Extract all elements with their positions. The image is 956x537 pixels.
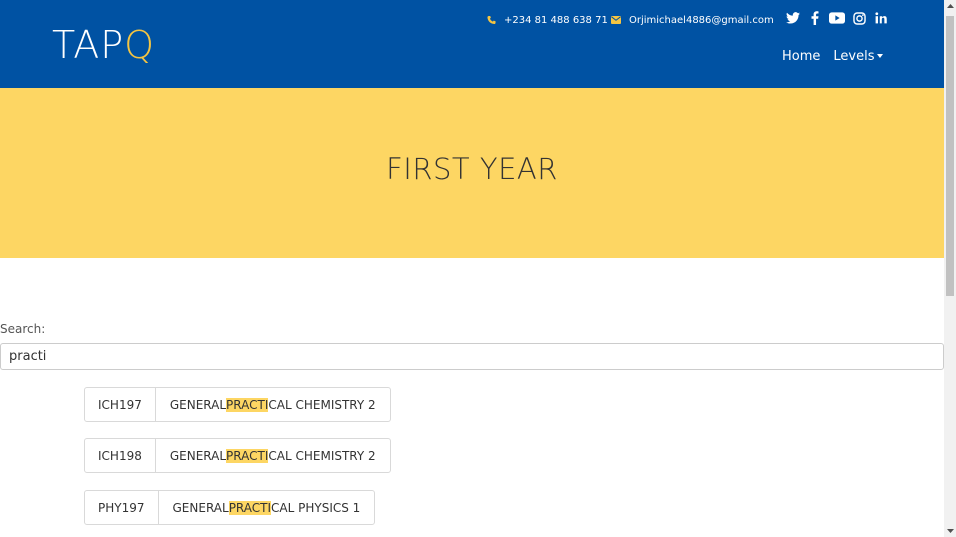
course-result-item[interactable]: PHY197 GENERAL PRACTI CAL PHYSICS 1 [84, 490, 376, 525]
main-nav: Home Levels [782, 48, 884, 66]
phone-number[interactable]: +234 81 488 638 71 [504, 15, 608, 26]
search-label: Search: [0, 322, 46, 336]
search-match-highlight: PRACTI [226, 397, 269, 412]
email-address[interactable]: Orjimichael4886@gmail.com [629, 15, 774, 26]
course-result-item[interactable]: ICH198 GENERAL PRACTI CAL CHEMISTRY 2 [84, 438, 391, 473]
title-prefix: GENERAL [169, 397, 227, 412]
top-header: TAPQ +234 81 488 638 71 Orjimichael4886@… [0, 0, 944, 88]
envelope-icon [611, 16, 621, 24]
social-links [784, 10, 894, 26]
contact-email: Orjimichael4886@gmail.com [611, 12, 774, 28]
title-prefix: GENERAL [172, 500, 229, 515]
logo[interactable]: TAPQ [52, 24, 155, 66]
caret-down-icon [877, 53, 884, 58]
course-result-item[interactable]: ICH197 GENERAL PRACTI CAL CHEMISTRY 2 [84, 387, 391, 422]
course-code: ICH197 [85, 388, 156, 421]
youtube-icon[interactable] [828, 10, 846, 26]
nav-home-link[interactable]: Home [782, 48, 820, 66]
phone-icon [487, 15, 496, 25]
title-prefix: GENERAL [169, 448, 227, 463]
search-match-highlight: PRACTI [228, 500, 272, 515]
page-scrollbar[interactable] [944, 0, 956, 537]
course-code: ICH198 [85, 439, 156, 472]
title-suffix: CAL PHYSICS 1 [271, 500, 361, 515]
instagram-icon[interactable] [850, 10, 868, 26]
course-code: PHY197 [85, 491, 159, 524]
search-match-highlight: PRACTI [226, 448, 269, 463]
logo-text-prefix: TAP [52, 23, 125, 67]
course-title: GENERAL PRACTI CAL CHEMISTRY 2 [156, 388, 390, 421]
scroll-down-arrow-icon[interactable] [944, 525, 956, 537]
title-suffix: CAL CHEMISTRY 2 [268, 448, 376, 463]
nav-levels-dropdown[interactable]: Levels [833, 48, 884, 66]
contact-phone: +234 81 488 638 71 [487, 12, 608, 28]
logo-text-suffix: Q [124, 23, 156, 67]
facebook-icon[interactable] [806, 10, 824, 26]
title-suffix: CAL CHEMISTRY 2 [268, 397, 376, 412]
search-input[interactable] [0, 343, 944, 370]
linkedin-icon[interactable] [872, 10, 890, 26]
nav-levels-label: Levels [833, 49, 875, 64]
course-title: GENERAL PRACTI CAL PHYSICS 1 [159, 491, 375, 524]
hero-banner: FIRST YEAR [0, 88, 944, 258]
scroll-up-arrow-icon[interactable] [944, 0, 956, 12]
scrollbar-thumb[interactable] [946, 16, 954, 296]
twitter-icon[interactable] [784, 10, 802, 26]
course-title: GENERAL PRACTI CAL CHEMISTRY 2 [156, 439, 390, 472]
page-title: FIRST YEAR [386, 152, 558, 186]
